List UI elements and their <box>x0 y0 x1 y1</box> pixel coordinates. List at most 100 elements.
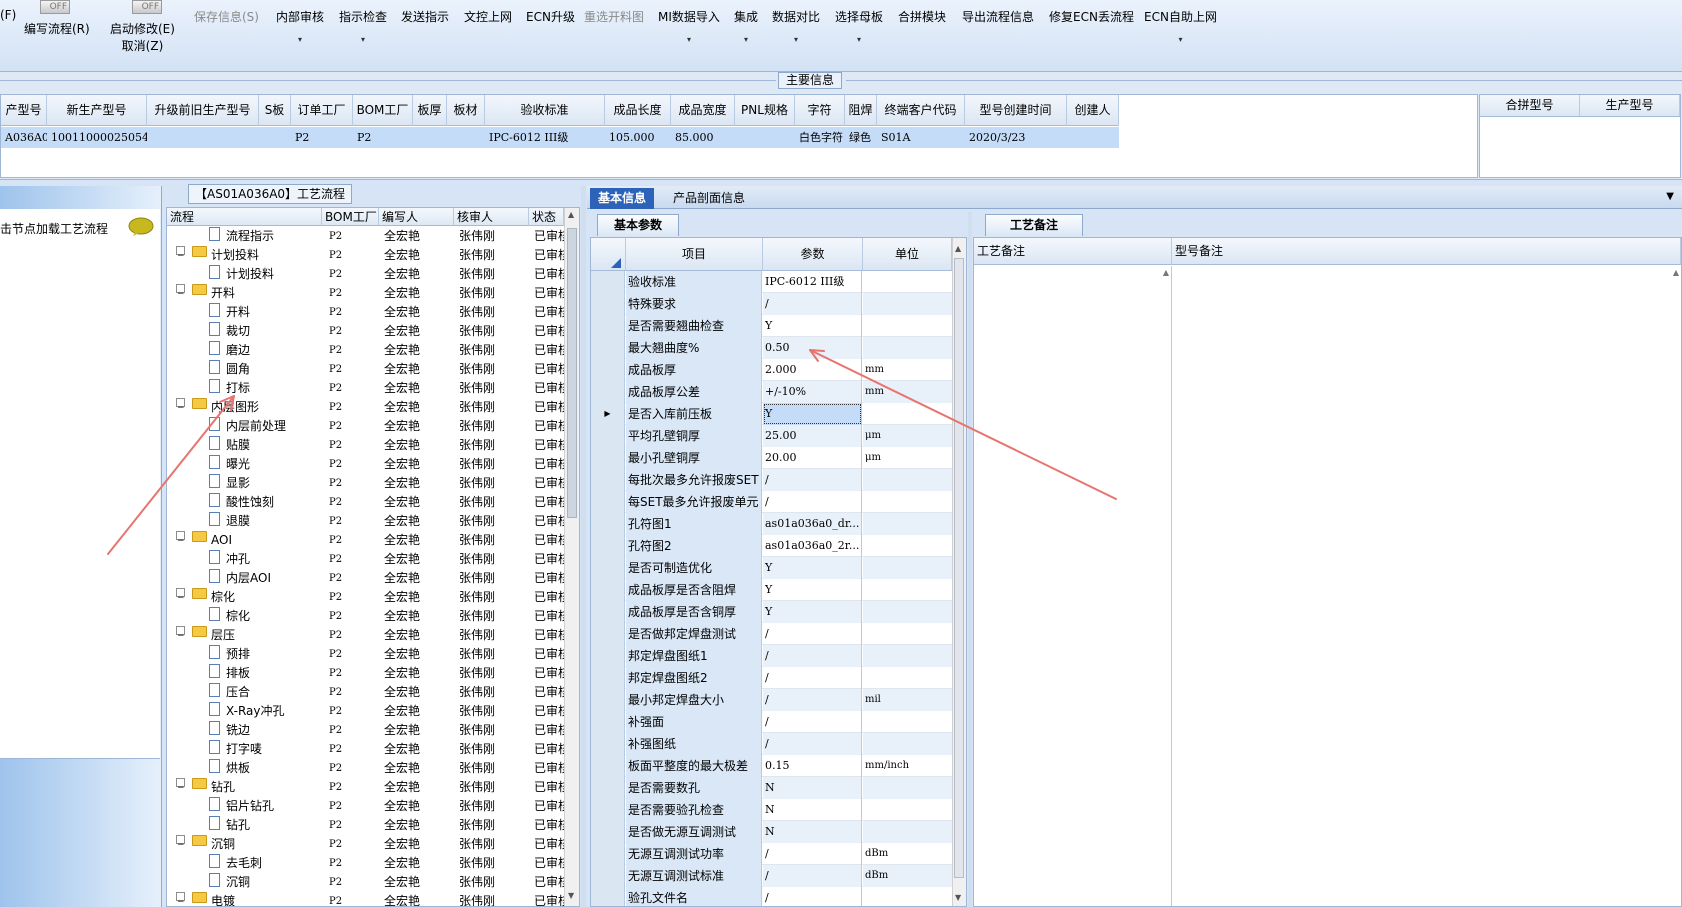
param-value-cell[interactable]: 20.00 <box>763 447 862 469</box>
chevron-down-icon[interactable]: ▾ <box>361 35 365 44</box>
integrate-button[interactable]: 集成 ▾ <box>734 0 758 70</box>
row-selector[interactable] <box>591 491 625 513</box>
tree-row[interactable]: 铣边 P2 全宏艳 张伟刚 已审核 <box>167 721 564 740</box>
tree-row[interactable]: − 电镀 P2 全宏艳 张伟刚 已审核 <box>167 892 564 906</box>
row-selector[interactable] <box>591 623 625 645</box>
row-selector[interactable] <box>591 601 625 623</box>
tree-row[interactable]: 冲孔 P2 全宏艳 张伟刚 已审核 <box>167 550 564 569</box>
row-selector[interactable] <box>591 315 625 337</box>
column-header[interactable]: 终端客户代码 <box>877 95 965 126</box>
table-row[interactable]: 邦定焊盘图纸2/ <box>591 667 952 689</box>
column-header[interactable]: 板材 <box>447 95 485 126</box>
column-header-unit[interactable]: 单位 <box>863 238 952 271</box>
column-header[interactable]: PNL规格 <box>735 95 795 126</box>
column-header-reviewer[interactable]: 核审人 <box>454 208 529 226</box>
chevron-down-icon[interactable]: ▾ <box>1178 35 1182 44</box>
table-row[interactable]: 板面平整度的最大极差 0.15 mm/inch <box>591 755 952 777</box>
param-value-cell[interactable]: / <box>763 623 862 645</box>
ecn-self-online-button[interactable]: ECN自助上网 ▾ <box>1144 0 1217 70</box>
send-instruction-button[interactable]: 发送指示 <box>401 0 449 70</box>
table-row[interactable]: 无源互调测试标准 / dBm <box>591 865 952 887</box>
tree-row[interactable]: 烘板 P2 全宏艳 张伟刚 已审核 <box>167 759 564 778</box>
param-value-cell[interactable]: N <box>763 821 862 843</box>
param-value-cell[interactable]: / <box>763 689 862 711</box>
row-selector[interactable] <box>591 469 625 491</box>
param-value-cell[interactable]: Y <box>763 557 862 579</box>
row-selector[interactable] <box>591 513 625 535</box>
param-value-cell[interactable]: as01a036a0_dr... <box>763 513 862 535</box>
row-selector[interactable] <box>591 271 625 293</box>
toolbar-button-f[interactable]: (F) <box>0 0 16 70</box>
scroll-down-icon[interactable]: ▼ <box>568 891 574 900</box>
scroll-down-icon[interactable]: ▼ <box>955 893 961 902</box>
param-value-cell[interactable]: IPC-6012 III级 <box>763 271 862 293</box>
row-selector[interactable] <box>591 843 625 865</box>
row-selector-header[interactable] <box>591 238 626 271</box>
row-selector[interactable] <box>591 645 625 667</box>
chevron-down-icon[interactable]: ▾ <box>857 35 861 44</box>
table-row[interactable]: 验孔文件名 / <box>591 887 952 906</box>
row-selector[interactable] <box>591 381 625 403</box>
column-header-production-model[interactable]: 生产型号 <box>1580 95 1680 116</box>
column-header[interactable]: 成品宽度 <box>671 95 735 126</box>
column-header-merge-model[interactable]: 合拼型号 <box>1480 95 1580 116</box>
chat-bubble-icon[interactable] <box>128 217 154 237</box>
tree-row[interactable]: 计划投料 P2 全宏艳 张伟刚 已审核 <box>167 265 564 284</box>
cancel-button[interactable]: 取消(Z) <box>122 37 164 54</box>
table-row[interactable]: 最大翘曲度% 0.50 <box>591 337 952 359</box>
process-remark-textarea[interactable]: ▲ <box>974 266 1172 906</box>
scroll-up-icon[interactable]: ▲ <box>1673 268 1679 277</box>
column-header-process-remark[interactable]: 工艺备注 <box>974 238 1172 265</box>
column-header-model-remark[interactable]: 型号备注 <box>1172 238 1681 265</box>
table-row[interactable]: ▶ 是否入库前压板 Y <box>591 403 952 425</box>
tree-row[interactable]: 曝光 P2 全宏艳 张伟刚 已审核 <box>167 455 564 474</box>
table-row[interactable]: 最小孔壁铜厚 20.00 μm <box>591 447 952 469</box>
param-value-cell[interactable]: / <box>763 645 862 667</box>
param-value-cell[interactable]: / <box>763 843 862 865</box>
table-row[interactable]: 邦定焊盘图纸1/ <box>591 645 952 667</box>
row-selector[interactable] <box>591 711 625 733</box>
column-header[interactable]: S板 <box>259 95 291 126</box>
column-header[interactable]: 成品长度 <box>605 95 671 126</box>
merge-model-grid[interactable]: 合拼型号 生产型号 <box>1479 94 1681 178</box>
tree-row[interactable]: 流程指示 P2 全宏艳 张伟刚 已审核 <box>167 227 564 246</box>
param-value-cell[interactable]: / <box>763 293 862 315</box>
param-value-cell[interactable]: 0.15 <box>763 755 862 777</box>
table-row[interactable]: 是否需要翘曲检查 Y <box>591 315 952 337</box>
row-selector[interactable]: ▶ <box>591 403 625 425</box>
row-selector[interactable] <box>591 755 625 777</box>
param-value-cell[interactable]: 2.000 <box>763 359 862 381</box>
save-info-button[interactable]: 保存信息(S) <box>194 0 259 70</box>
basic-params-grid[interactable]: 项目 参数 单位 验收标准 IPC-6012 III级 特殊要求 / 是否需要翘曲检查 Y… <box>590 237 967 907</box>
row-selector[interactable] <box>591 293 625 315</box>
table-row[interactable]: 是否需要验孔检查 N <box>591 799 952 821</box>
tree-row[interactable]: − AOI P2 全宏艳 张伟刚 已审核 <box>167 531 564 550</box>
column-header-param[interactable]: 参数 <box>763 238 863 271</box>
main-info-grid[interactable]: 产型号 新生产型号 升级前旧生产型号 S板 订单工厂 BOM工厂 板厚 板材 验收标准 成品长度成… <box>0 94 1478 178</box>
row-selector[interactable] <box>591 821 625 843</box>
tree-row[interactable]: − 层压 P2 全宏艳 张伟刚 已审核 <box>167 626 564 645</box>
param-value-cell[interactable]: Y <box>763 601 862 623</box>
collapse-icon[interactable]: − <box>176 778 185 793</box>
param-value-cell[interactable]: 0.50 <box>763 337 862 359</box>
vertical-scrollbar[interactable]: ▲ ▼ <box>564 208 579 906</box>
table-row[interactable]: 补强图纸 / <box>591 733 952 755</box>
param-value-cell[interactable]: N <box>763 799 862 821</box>
table-row[interactable]: 是否做无源互调测试 N <box>591 821 952 843</box>
mi-data-import-button[interactable]: MI数据导入 ▾ <box>658 0 720 70</box>
tree-row[interactable]: 打字唛 P2 全宏艳 张伟刚 已审核 <box>167 740 564 759</box>
column-header[interactable]: 阻焊 <box>845 95 877 126</box>
row-selector[interactable] <box>591 689 625 711</box>
toggle-switch[interactable]: OFF <box>132 0 162 14</box>
table-row[interactable]: 孔符图1 as01a036a0_dr... <box>591 513 952 535</box>
column-header[interactable]: 订单工厂 <box>291 95 353 126</box>
process-flow-tree[interactable]: 流程 BOM工厂 编写人 核审人 状态 流程指示P2全宏艳张伟刚已审核−计划投料… <box>166 207 580 907</box>
column-header[interactable]: 型号创建时间 <box>965 95 1067 126</box>
vertical-splitter[interactable] <box>968 212 972 907</box>
scroll-thumb[interactable] <box>567 228 577 518</box>
chevron-down-icon[interactable]: ▾ <box>298 35 302 44</box>
tree-row[interactable]: 内层AOI P2 全宏艳 张伟刚 已审核 <box>167 569 564 588</box>
table-row[interactable]: 验收标准 IPC-6012 III级 <box>591 271 952 293</box>
tree-row[interactable]: 开料 P2 全宏艳 张伟刚 已审核 <box>167 303 564 322</box>
toggle-switch[interactable]: OFF <box>40 0 70 14</box>
